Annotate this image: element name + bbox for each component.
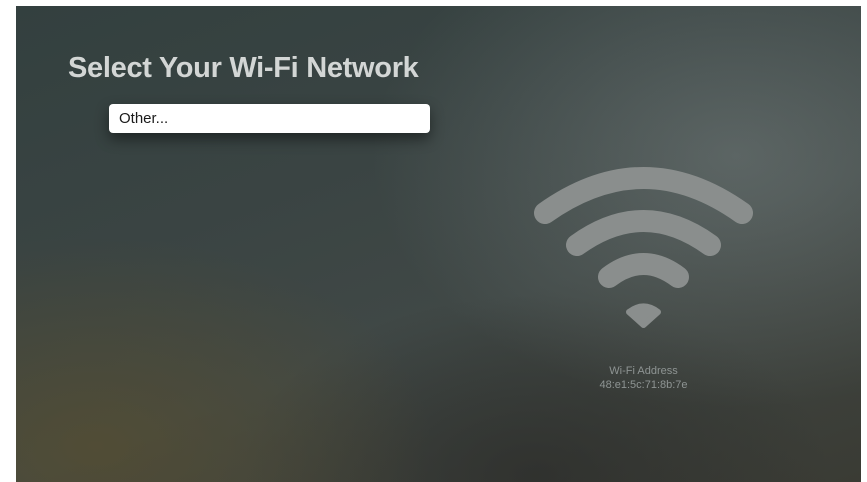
- wifi-outer-arc: [534, 167, 753, 224]
- wifi-middle-arc: [566, 210, 721, 256]
- network-list: Other...: [109, 104, 430, 133]
- wifi-address-label: Wi-Fi Address: [609, 365, 678, 377]
- wifi-address-value: 48:e1:5c:71:8b:7e: [599, 379, 688, 391]
- wifi-icon: [534, 167, 753, 328]
- wifi-setup-screen: Select Your Wi-Fi Network Other... Wi-Fi…: [16, 6, 861, 482]
- wifi-address-info: Wi-Fi Address 48:e1:5c:71:8b:7e: [551, 364, 736, 392]
- page-title: Select Your Wi-Fi Network: [68, 52, 419, 84]
- wifi-inner-arc: [598, 253, 689, 288]
- network-item-other[interactable]: Other...: [109, 104, 430, 133]
- wifi-dot: [626, 303, 661, 328]
